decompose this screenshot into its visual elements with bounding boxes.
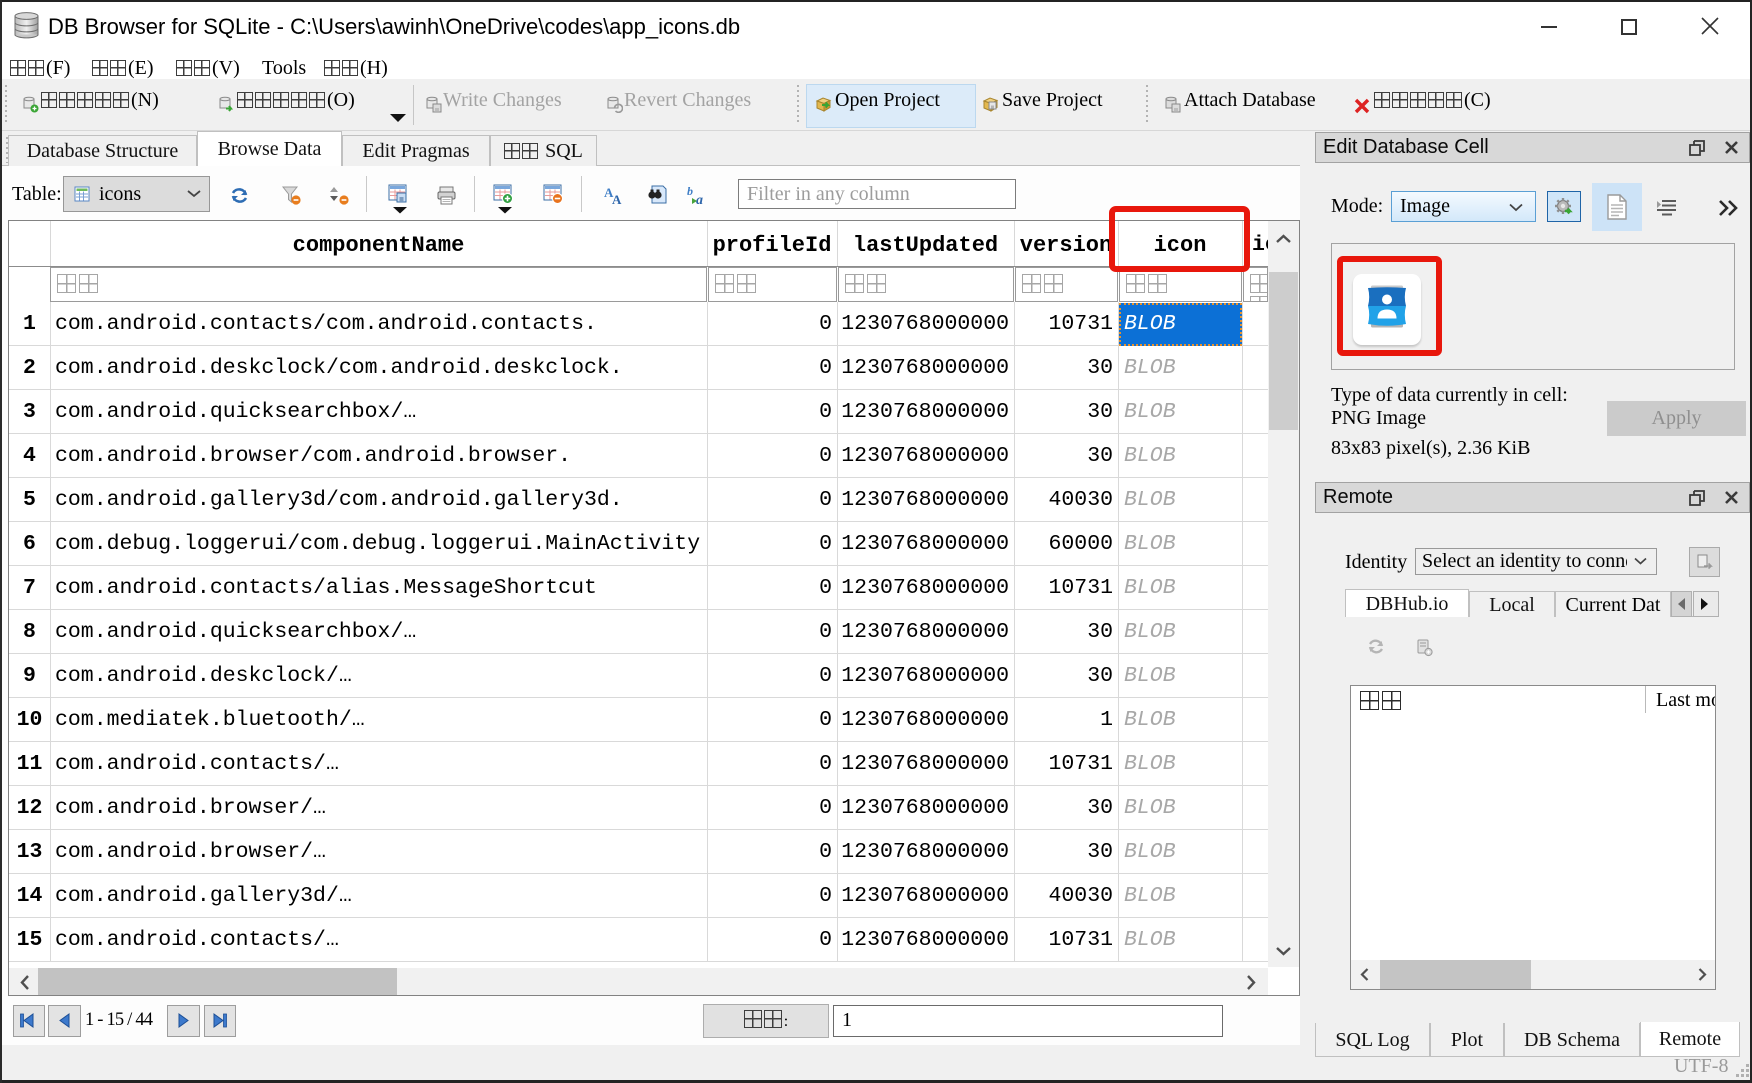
svg-text:A: A [612, 192, 622, 206]
svg-text:a: a [696, 193, 703, 206]
svg-text:b: b [687, 185, 693, 198]
